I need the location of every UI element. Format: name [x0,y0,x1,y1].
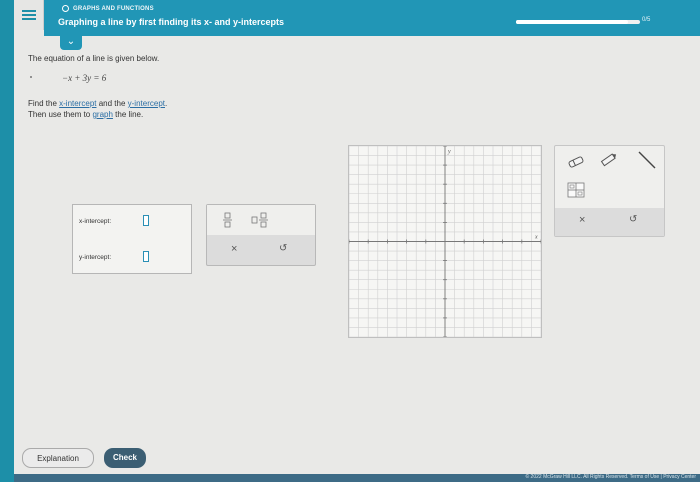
progress-count: 0/5 [642,17,651,23]
answer-panel: x-intercept: y-intercept: [72,204,192,274]
clear-icon[interactable]: × [231,243,237,255]
x-intercept-label: x-intercept: [79,218,112,225]
hamburger-menu-icon[interactable] [14,0,44,30]
footer-bar: © 2022 McGraw Hill LLC. All Rights Reser… [14,474,700,482]
mixed-fraction-icon[interactable] [251,212,269,228]
y-axis-label: y [447,149,451,155]
grid-icon[interactable] [567,182,585,198]
instruction-text: Find the x-intercept and the y-intercept… [28,99,168,119]
x-axis-label: x [534,235,538,241]
graph-tool-panel: × ↺ [554,145,665,237]
topic-circle-icon [62,5,69,12]
coordinate-grid[interactable]: xy [348,145,542,338]
line-tool-icon[interactable] [637,150,657,170]
graph-clear-icon[interactable]: × [579,214,585,226]
equation-bullet [30,76,32,78]
header-bar: GRAPHS AND FUNCTIONS Graphing a line by … [44,0,700,36]
footer-copyright[interactable]: © 2022 McGraw Hill LLC. All Rights Reser… [525,474,696,480]
graph-undo-icon[interactable]: ↺ [629,214,637,225]
x-intercept-link[interactable]: x-intercept [59,99,96,108]
graph-area[interactable]: xy [348,145,542,338]
graph-link[interactable]: graph [92,110,112,119]
problem-intro: The equation of a line is given below. [28,54,160,63]
y-intercept-link[interactable]: y-intercept [128,99,165,108]
progress-bar [516,20,640,24]
eraser-icon[interactable] [567,155,585,168]
x-intercept-input[interactable] [143,215,149,226]
page-title: Graphing a line by first finding its x- … [58,17,285,27]
explanation-button[interactable]: Explanation [22,448,94,468]
pencil-icon[interactable] [599,152,619,168]
progress-fill [516,20,628,24]
left-accent-bar [0,0,14,482]
fraction-icon[interactable] [223,212,233,228]
y-intercept-input[interactable] [143,251,149,262]
math-tool-panel: × ↺ [206,204,316,266]
undo-icon[interactable]: ↺ [279,243,287,254]
topic-label: GRAPHS AND FUNCTIONS [62,5,154,12]
check-button[interactable]: Check [104,448,146,468]
collapse-chevron-icon[interactable]: ⌄ [60,36,82,50]
y-intercept-label: y-intercept: [79,254,112,261]
equation: −x + 3y = 6 [62,73,107,83]
